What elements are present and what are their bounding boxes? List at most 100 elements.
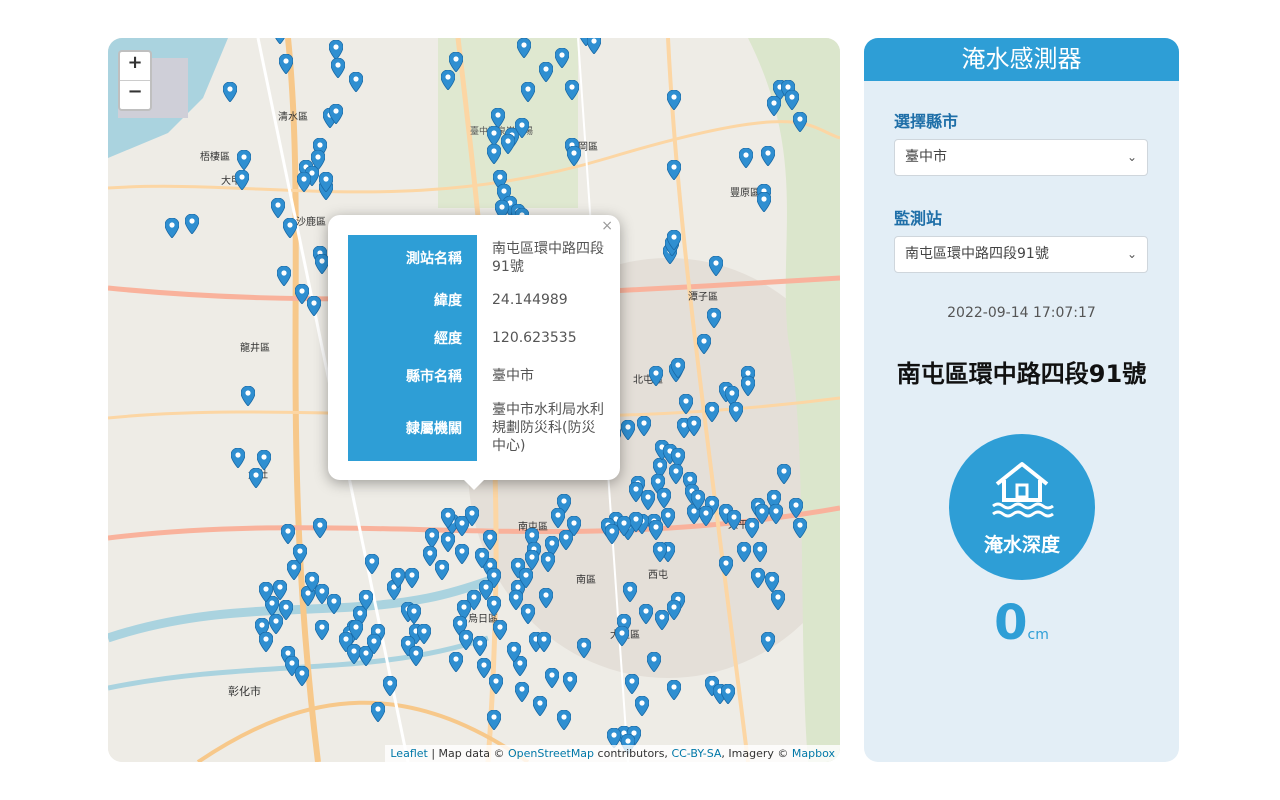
mapbox-link[interactable]: Mapbox: [792, 747, 835, 760]
station-marker-icon[interactable]: [257, 450, 271, 470]
station-marker-icon[interactable]: [327, 594, 341, 614]
station-marker-icon[interactable]: [315, 620, 329, 640]
station-marker-icon[interactable]: [329, 104, 343, 124]
station-marker-icon[interactable]: [727, 510, 741, 530]
station-marker-icon[interactable]: [551, 508, 565, 528]
leaflet-link[interactable]: Leaflet: [390, 747, 427, 760]
station-marker-icon[interactable]: [165, 218, 179, 238]
station-marker-icon[interactable]: [487, 144, 501, 164]
station-marker-icon[interactable]: [625, 674, 639, 694]
station-marker-icon[interactable]: [435, 560, 449, 580]
station-marker-icon[interactable]: [649, 366, 663, 386]
station-marker-icon[interactable]: [771, 590, 785, 610]
station-marker-icon[interactable]: [185, 214, 199, 234]
station-marker-icon[interactable]: [667, 90, 681, 110]
station-marker-icon[interactable]: [249, 468, 263, 488]
station-marker-icon[interactable]: [623, 582, 637, 602]
station-marker-icon[interactable]: [559, 530, 573, 550]
station-marker-icon[interactable]: [441, 70, 455, 90]
station-marker-icon[interactable]: [761, 146, 775, 166]
station-marker-icon[interactable]: [637, 416, 651, 436]
station-marker-icon[interactable]: [621, 420, 635, 440]
station-marker-icon[interactable]: [517, 38, 531, 58]
station-marker-icon[interactable]: [273, 38, 287, 44]
station-marker-icon[interactable]: [653, 542, 667, 562]
station-marker-icon[interactable]: [281, 524, 295, 544]
station-marker-icon[interactable]: [487, 710, 501, 730]
station-marker-icon[interactable]: [349, 72, 363, 92]
station-marker-icon[interactable]: [459, 630, 473, 650]
station-marker-icon[interactable]: [293, 544, 307, 564]
station-marker-icon[interactable]: [657, 488, 671, 508]
station-marker-icon[interactable]: [617, 516, 631, 536]
station-marker-icon[interactable]: [417, 624, 431, 644]
station-marker-icon[interactable]: [739, 148, 753, 168]
station-marker-icon[interactable]: [705, 402, 719, 422]
station-marker-icon[interactable]: [449, 652, 463, 672]
station-marker-icon[interactable]: [519, 568, 533, 588]
station-marker-icon[interactable]: [283, 218, 297, 238]
zoom-in-button[interactable]: +: [120, 52, 150, 80]
station-marker-icon[interactable]: [753, 542, 767, 562]
station-marker-icon[interactable]: [555, 48, 569, 68]
station-marker-icon[interactable]: [521, 82, 535, 102]
station-marker-icon[interactable]: [307, 296, 321, 316]
station-marker-icon[interactable]: [641, 490, 655, 510]
station-marker-icon[interactable]: [515, 682, 529, 702]
station-marker-icon[interactable]: [487, 126, 501, 146]
station-marker-icon[interactable]: [565, 80, 579, 100]
station-marker-icon[interactable]: [661, 508, 675, 528]
station-marker-icon[interactable]: [319, 172, 333, 192]
station-marker-icon[interactable]: [539, 62, 553, 82]
station-marker-icon[interactable]: [367, 634, 381, 654]
station-marker-icon[interactable]: [567, 146, 581, 166]
station-marker-icon[interactable]: [365, 554, 379, 574]
station-marker-icon[interactable]: [721, 684, 735, 704]
station-marker-icon[interactable]: [407, 604, 421, 624]
station-marker-icon[interactable]: [737, 542, 751, 562]
station-marker-icon[interactable]: [767, 96, 781, 116]
station-marker-icon[interactable]: [465, 506, 479, 526]
station-marker-icon[interactable]: [371, 702, 385, 722]
station-marker-icon[interactable]: [697, 334, 711, 354]
zoom-control[interactable]: + −: [118, 50, 152, 111]
station-marker-icon[interactable]: [331, 58, 345, 78]
station-marker-icon[interactable]: [639, 604, 653, 624]
station-marker-icon[interactable]: [405, 568, 419, 588]
station-marker-icon[interactable]: [777, 464, 791, 484]
station-marker-icon[interactable]: [235, 170, 249, 190]
station-marker-icon[interactable]: [667, 600, 681, 620]
station-marker-icon[interactable]: [441, 532, 455, 552]
station-marker-icon[interactable]: [237, 150, 251, 170]
station-marker-icon[interactable]: [699, 506, 713, 526]
station-marker-icon[interactable]: [679, 394, 693, 414]
station-marker-icon[interactable]: [671, 358, 685, 378]
station-marker-icon[interactable]: [655, 610, 669, 630]
station-marker-icon[interactable]: [563, 672, 577, 692]
station-marker-icon[interactable]: [629, 512, 643, 532]
station-marker-icon[interactable]: [525, 550, 539, 570]
station-marker-icon[interactable]: [741, 376, 755, 396]
city-select[interactable]: 臺中市 ⌄: [894, 139, 1148, 176]
station-marker-icon[interactable]: [647, 652, 661, 672]
zoom-out-button[interactable]: −: [120, 80, 150, 109]
station-marker-icon[interactable]: [669, 464, 683, 484]
station-marker-icon[interactable]: [449, 52, 463, 72]
station-marker-icon[interactable]: [687, 416, 701, 436]
station-marker-icon[interactable]: [751, 568, 765, 588]
station-marker-icon[interactable]: [315, 254, 329, 274]
station-marker-icon[interactable]: [491, 108, 505, 128]
station-marker-icon[interactable]: [501, 134, 515, 154]
station-marker-icon[interactable]: [349, 620, 363, 640]
station-marker-icon[interactable]: [785, 90, 799, 110]
station-marker-icon[interactable]: [539, 588, 553, 608]
station-marker-icon[interactable]: [745, 518, 759, 538]
station-marker-icon[interactable]: [649, 520, 663, 540]
station-marker-icon[interactable]: [329, 40, 343, 60]
station-marker-icon[interactable]: [269, 614, 283, 634]
station-marker-icon[interactable]: [487, 596, 501, 616]
station-marker-icon[interactable]: [605, 524, 619, 544]
station-marker-icon[interactable]: [667, 230, 681, 250]
station-marker-icon[interactable]: [761, 632, 775, 652]
station-marker-icon[interactable]: [475, 548, 489, 568]
